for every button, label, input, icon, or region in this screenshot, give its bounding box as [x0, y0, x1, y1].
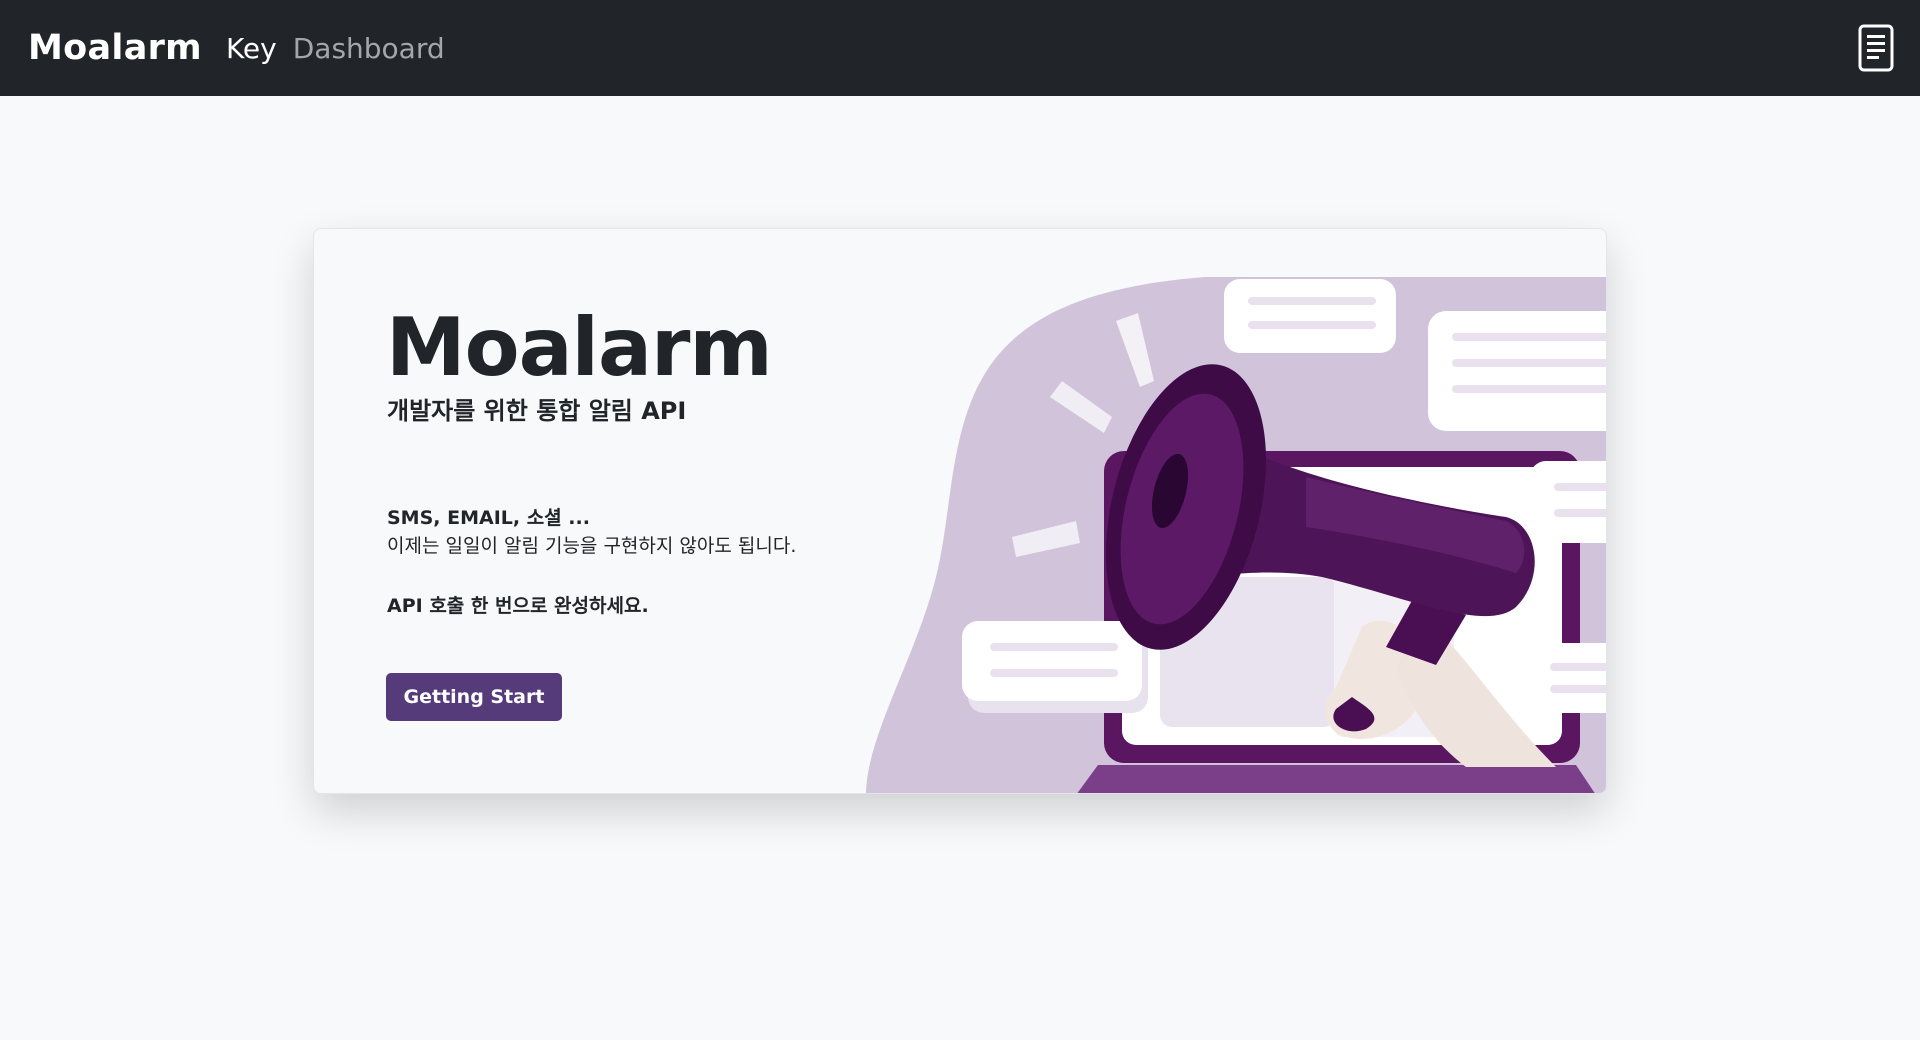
hero-card: Moalarm 개발자를 위한 통합 알림 API SMS, EMAIL, 소셜… — [313, 228, 1607, 794]
api-call-text: API 호출 한 번으로 완성하세요. — [387, 595, 649, 617]
hero-title: Moalarm — [386, 301, 773, 394]
nav-link-key[interactable]: Key — [226, 32, 277, 65]
hero-subtitle: 개발자를 위한 통합 알림 API — [387, 397, 687, 425]
megaphone-illustration — [866, 273, 1606, 793]
description-text: 이제는 일일이 알림 기능을 구현하지 않아도 됩니다. — [387, 535, 797, 557]
brand-logo[interactable]: Moalarm — [28, 28, 202, 68]
channels-text: SMS, EMAIL, 소셜 ... — [387, 507, 590, 529]
document-icon[interactable] — [1858, 24, 1894, 72]
nav-link-dashboard[interactable]: Dashboard — [293, 32, 445, 65]
getting-start-button[interactable]: Getting Start — [386, 673, 562, 721]
top-navbar: Moalarm Key Dashboard — [0, 0, 1920, 96]
